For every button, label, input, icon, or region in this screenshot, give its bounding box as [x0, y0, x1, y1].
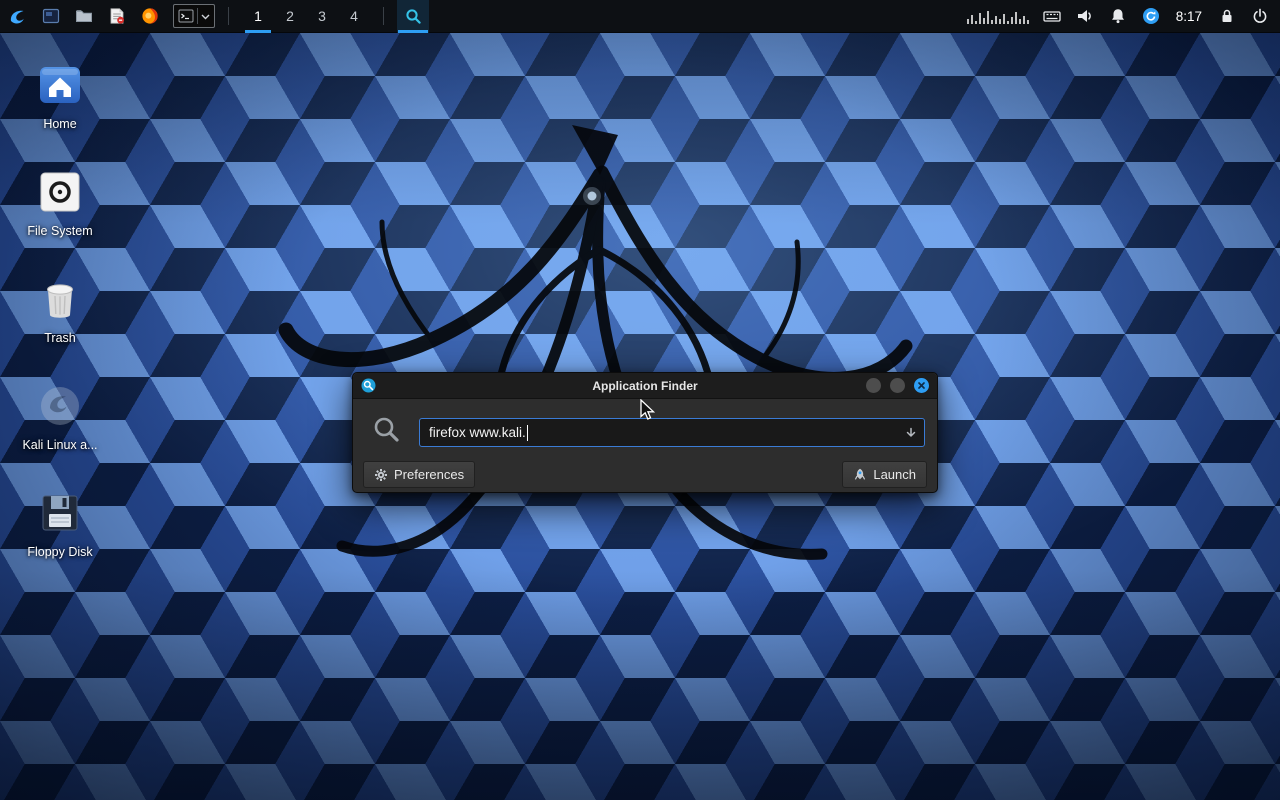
filesystem-icon: [36, 168, 84, 216]
preferences-button[interactable]: Preferences: [363, 461, 475, 488]
desktop-icon-label: Trash: [44, 331, 76, 345]
kali-linux-icon: [36, 382, 84, 430]
maximize-button[interactable]: [890, 378, 905, 393]
text-caret: [527, 425, 529, 441]
volume-icon[interactable]: [1075, 0, 1095, 33]
chevron-down-icon: [201, 12, 210, 21]
workspace-1[interactable]: 1: [242, 0, 274, 33]
search-input-value: firefox www.kali.: [429, 425, 526, 440]
terminal-launcher-divider: [197, 8, 198, 24]
app-finder-window-icon: [361, 378, 376, 393]
window-titlebar[interactable]: Application Finder: [353, 373, 937, 399]
floppy-disk-icon: [36, 489, 84, 537]
terminal-launcher[interactable]: [173, 4, 215, 28]
close-button[interactable]: [914, 378, 929, 393]
desktop-icon-trash[interactable]: Trash: [12, 269, 108, 376]
keyboard-icon[interactable]: [1042, 0, 1062, 33]
desktop-icon-filesystem[interactable]: File System: [12, 162, 108, 269]
taskbar-application-finder[interactable]: [397, 0, 429, 33]
updates-icon[interactable]: [1141, 0, 1161, 33]
desktop-icon-label: Floppy Disk: [27, 545, 92, 559]
workspace-switcher: 1 2 3 4: [242, 0, 370, 33]
top-panel: 1 2 3 4 8:17: [0, 0, 1280, 33]
application-finder-window: Application Finder firefox www.kali. Pre…: [352, 372, 938, 493]
desktop-icon-home[interactable]: Home: [12, 55, 108, 162]
launch-icon: [853, 468, 867, 482]
panel-left-group: 1 2 3 4: [0, 0, 429, 32]
desktop-icon-kali-linux[interactable]: Kali Linux a...: [12, 376, 108, 483]
close-icon: [914, 378, 929, 393]
history-dropdown-icon[interactable]: [904, 426, 918, 440]
desktop-icon-list: Home File System Trash Kali Linux a... F…: [12, 55, 108, 590]
text-editor-icon[interactable]: [107, 0, 127, 33]
preferences-button-label: Preferences: [394, 467, 464, 482]
terminal-icon: [178, 8, 194, 24]
home-icon: [36, 61, 84, 109]
dialog-body: firefox www.kali. Preferences Launch: [353, 399, 937, 492]
dialog-button-row: Preferences Launch: [363, 461, 927, 488]
panel-separator: [383, 7, 384, 25]
minimize-button[interactable]: [866, 378, 881, 393]
firefox-icon[interactable]: [140, 0, 160, 33]
app-finder-task-icon: [405, 8, 422, 25]
panel-right-group: 8:17: [967, 0, 1280, 32]
panel-separator: [228, 7, 229, 25]
notifications-bell-icon[interactable]: [1108, 0, 1128, 33]
workspace-3[interactable]: 3: [306, 0, 338, 33]
workspace-2[interactable]: 2: [274, 0, 306, 33]
desktop-icon-floppy[interactable]: Floppy Disk: [12, 483, 108, 590]
kali-menu-icon[interactable]: [8, 0, 28, 33]
search-icon: [373, 416, 400, 443]
desktop-icon-label: File System: [27, 224, 92, 238]
panel-clock[interactable]: 8:17: [1174, 9, 1204, 24]
launch-button-label: Launch: [873, 467, 916, 482]
logout-power-icon[interactable]: [1250, 0, 1270, 33]
files-folder-icon[interactable]: [74, 0, 94, 33]
file-manager-icon[interactable]: [41, 0, 61, 33]
gear-icon: [374, 468, 388, 482]
trash-icon: [36, 275, 84, 323]
launch-button[interactable]: Launch: [842, 461, 927, 488]
lock-screen-icon[interactable]: [1217, 0, 1237, 33]
window-title: Application Finder: [413, 379, 877, 393]
search-input[interactable]: firefox www.kali.: [419, 418, 925, 447]
window-controls: [866, 378, 929, 393]
desktop-icon-label: Kali Linux a...: [22, 438, 97, 452]
desktop-icon-label: Home: [43, 117, 76, 131]
system-monitor-graph: [967, 8, 1029, 24]
workspace-4[interactable]: 4: [338, 0, 370, 33]
